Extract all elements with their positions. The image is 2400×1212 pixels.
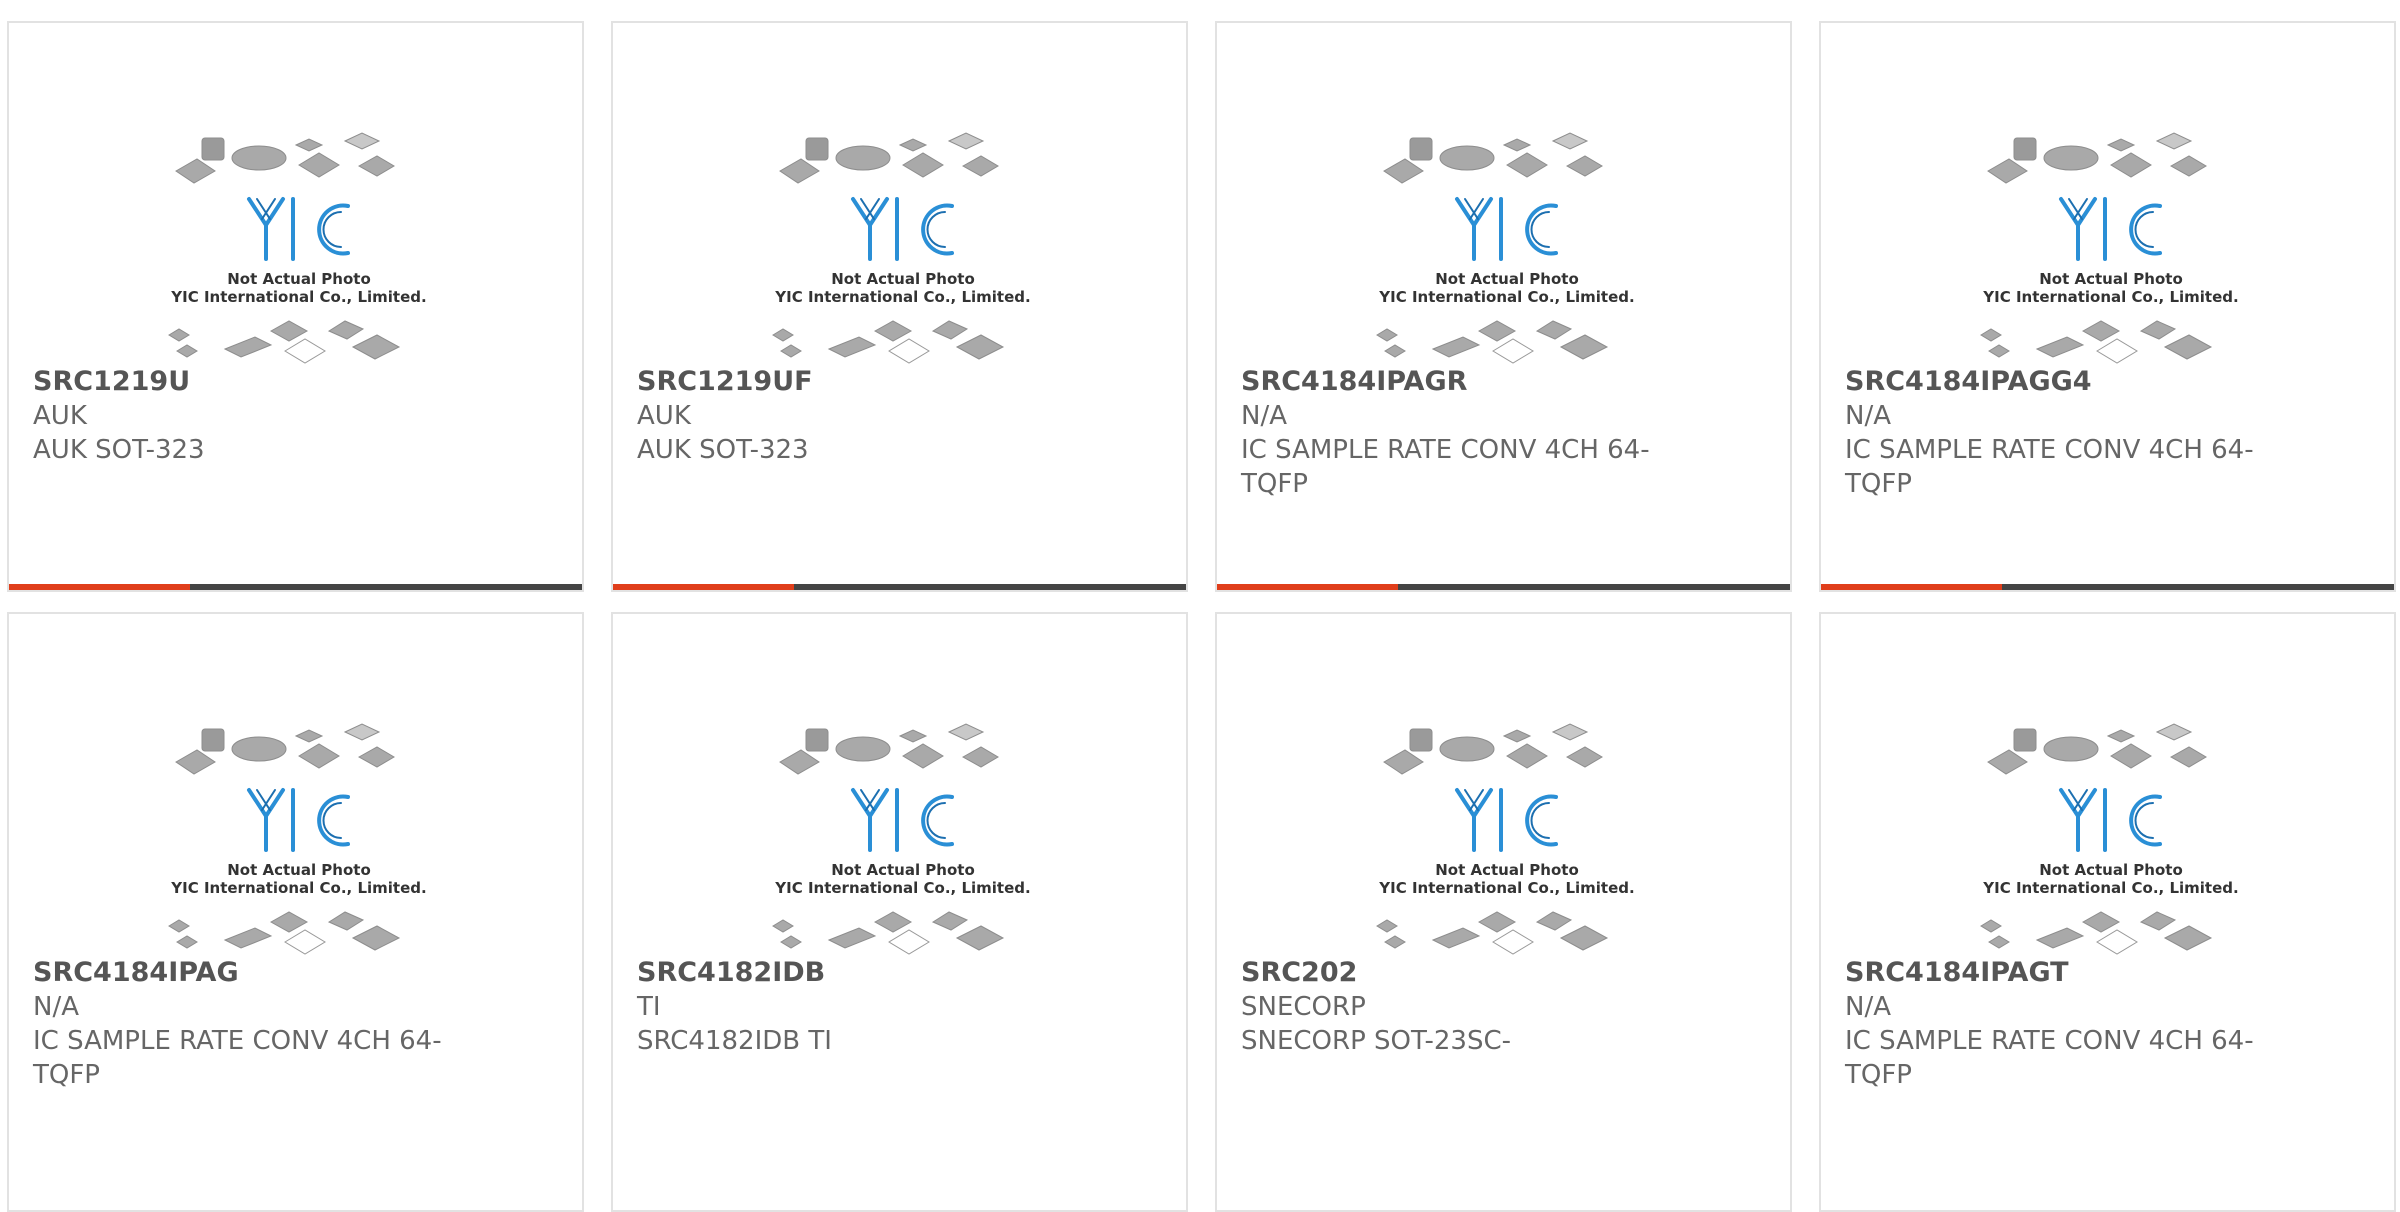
chip-placeholder-icon: Not Actual Photo YIC International Co., …: [1980, 132, 2239, 364]
chip-placeholder-icon: Not Actual Photo YIC International Co., …: [772, 132, 1031, 364]
placeholder-line2: YIC International Co., Limited.: [1378, 288, 1634, 306]
card-accent: [613, 584, 794, 590]
description: AUK SOT-323: [33, 435, 205, 465]
part-number[interactable]: SRC4184IPAG: [33, 956, 453, 990]
product-info: SRC4184IPAG N/A IC SAMPLE RATE CONV 4CH …: [33, 956, 453, 1092]
card-accent: [9, 584, 190, 590]
manufacturer: TI: [637, 992, 661, 1022]
description: IC SAMPLE RATE CONV 4CH 64-TQFP: [1845, 1026, 2254, 1090]
product-image: Not Actual Photo YIC International Co., …: [1821, 614, 2394, 974]
product-card[interactable]: Not Actual Photo YIC International Co., …: [611, 21, 1188, 592]
placeholder-line2: YIC International Co., Limited.: [1982, 879, 2238, 897]
product-image: Not Actual Photo YIC International Co., …: [1821, 23, 2394, 383]
chip-placeholder-icon: Not Actual Photo YIC International Co., …: [1980, 723, 2239, 955]
product-image: Not Actual Photo YIC International Co., …: [1217, 23, 1790, 383]
manufacturer: AUK: [33, 401, 87, 431]
placeholder-line1: Not Actual Photo: [2039, 270, 2183, 288]
card-accent: [1217, 584, 1398, 590]
part-number[interactable]: SRC4184IPAGT: [1845, 956, 2265, 990]
product-image: Not Actual Photo YIC International Co., …: [1217, 614, 1790, 974]
part-number[interactable]: SRC4182IDB: [637, 956, 1057, 990]
product-info: SRC1219UF AUK AUK SOT-323: [637, 365, 1057, 467]
product-card[interactable]: Not Actual Photo YIC International Co., …: [611, 612, 1188, 1212]
product-card[interactable]: Not Actual Photo YIC International Co., …: [7, 21, 584, 592]
chip-placeholder-icon: Not Actual Photo YIC International Co., …: [1376, 132, 1635, 364]
product-card[interactable]: Not Actual Photo YIC International Co., …: [1215, 612, 1792, 1212]
placeholder-line2: YIC International Co., Limited.: [774, 288, 1030, 306]
part-number[interactable]: SRC4184IPAGR: [1241, 365, 1661, 399]
placeholder-line2: YIC International Co., Limited.: [1982, 288, 2238, 306]
placeholder-line1: Not Actual Photo: [1435, 861, 1579, 879]
chip-placeholder-icon: Not Actual Photo YIC International Co., …: [168, 132, 427, 364]
chip-placeholder-icon: Not Actual Photo YIC International Co., …: [772, 723, 1031, 955]
part-number[interactable]: SRC1219U: [33, 365, 453, 399]
manufacturer: N/A: [1241, 401, 1287, 431]
card-bottom-bar: [1821, 584, 2394, 590]
placeholder-line1: Not Actual Photo: [831, 270, 975, 288]
card-bottom-bar: [613, 584, 1186, 590]
product-card[interactable]: Not Actual Photo YIC International Co., …: [1215, 21, 1792, 592]
placeholder-line1: Not Actual Photo: [227, 861, 371, 879]
placeholder-line2: YIC International Co., Limited.: [1378, 879, 1634, 897]
placeholder-line2: YIC International Co., Limited.: [774, 879, 1030, 897]
product-card[interactable]: Not Actual Photo YIC International Co., …: [1819, 21, 2396, 592]
description: SNECORP SOT-23SC-: [1241, 1026, 1511, 1056]
product-image: Not Actual Photo YIC International Co., …: [9, 614, 582, 974]
placeholder-line2: YIC International Co., Limited.: [170, 879, 426, 897]
product-info: SRC1219U AUK AUK SOT-323: [33, 365, 453, 467]
manufacturer: N/A: [1845, 401, 1891, 431]
chip-placeholder-icon: Not Actual Photo YIC International Co., …: [168, 723, 427, 955]
chip-placeholder-icon: Not Actual Photo YIC International Co., …: [1376, 723, 1635, 955]
description: AUK SOT-323: [637, 435, 809, 465]
placeholder-line1: Not Actual Photo: [227, 270, 371, 288]
product-card[interactable]: Not Actual Photo YIC International Co., …: [1819, 612, 2396, 1212]
product-image: Not Actual Photo YIC International Co., …: [613, 23, 1186, 383]
placeholder-line1: Not Actual Photo: [831, 861, 975, 879]
product-info: SRC4184IPAGT N/A IC SAMPLE RATE CONV 4CH…: [1845, 956, 2265, 1092]
manufacturer: SNECORP: [1241, 992, 1366, 1022]
description: IC SAMPLE RATE CONV 4CH 64-TQFP: [1845, 435, 2254, 499]
card-bottom-bar: [1217, 584, 1790, 590]
manufacturer: N/A: [1845, 992, 1891, 1022]
manufacturer: N/A: [33, 992, 79, 1022]
part-number[interactable]: SRC202: [1241, 956, 1661, 990]
product-image: Not Actual Photo YIC International Co., …: [613, 614, 1186, 974]
placeholder-line1: Not Actual Photo: [1435, 270, 1579, 288]
product-info: SRC4184IPAGR N/A IC SAMPLE RATE CONV 4CH…: [1241, 365, 1661, 501]
card-bottom-bar: [9, 584, 582, 590]
description: SRC4182IDB TI: [637, 1026, 832, 1056]
product-card[interactable]: Not Actual Photo YIC International Co., …: [7, 612, 584, 1212]
product-image: Not Actual Photo YIC International Co., …: [9, 23, 582, 383]
description: IC SAMPLE RATE CONV 4CH 64-TQFP: [33, 1026, 442, 1090]
product-grid: Not Actual Photo YIC International Co., …: [0, 0, 2400, 1212]
description: IC SAMPLE RATE CONV 4CH 64-TQFP: [1241, 435, 1650, 499]
product-info: SRC202 SNECORP SNECORP SOT-23SC-: [1241, 956, 1661, 1058]
manufacturer: AUK: [637, 401, 691, 431]
part-number[interactable]: SRC4184IPAGG4: [1845, 365, 2265, 399]
product-info: SRC4182IDB TI SRC4182IDB TI: [637, 956, 1057, 1058]
card-accent: [1821, 584, 2002, 590]
placeholder-line2: YIC International Co., Limited.: [170, 288, 426, 306]
placeholder-line1: Not Actual Photo: [2039, 861, 2183, 879]
part-number[interactable]: SRC1219UF: [637, 365, 1057, 399]
product-info: SRC4184IPAGG4 N/A IC SAMPLE RATE CONV 4C…: [1845, 365, 2265, 501]
